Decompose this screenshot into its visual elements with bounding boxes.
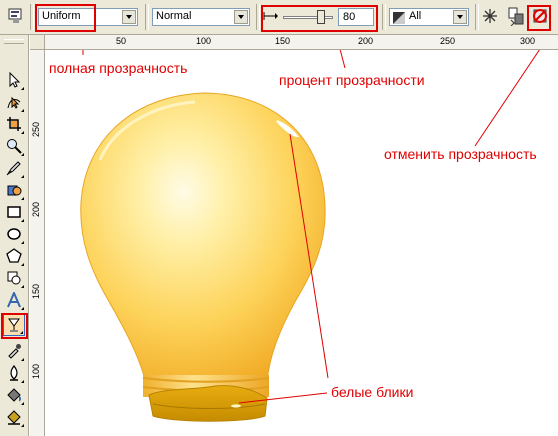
polygon-tool-icon[interactable] (3, 245, 25, 267)
crop-tool-icon[interactable] (3, 113, 25, 135)
ruler-label: 200 (358, 36, 374, 46)
toolbox-grip[interactable] (4, 39, 24, 44)
basic-shapes-tool-icon[interactable] (3, 267, 25, 289)
smart-fill-tool-icon[interactable] (3, 179, 25, 201)
ruler-origin[interactable] (30, 35, 45, 50)
outline-tool-icon[interactable] (3, 362, 25, 384)
ruler-label: 50 (116, 36, 127, 46)
freeze-icon[interactable] (480, 6, 500, 26)
ruler-label: 100 (31, 363, 41, 379)
separator (256, 4, 260, 30)
corel-draw-window: Uniform Normal 80 All 50 100 150 200 250… (0, 0, 558, 436)
ruler-label: 150 (275, 36, 291, 46)
rectangle-tool-icon[interactable] (3, 201, 25, 223)
property-bar: Uniform Normal 80 All (0, 0, 558, 35)
transparency-operation-dropdown[interactable]: Normal (152, 8, 250, 26)
transparency-target-value: All (409, 10, 422, 22)
target-icon (393, 11, 405, 24)
vertical-ruler[interactable]: 250 200 150 100 (30, 49, 45, 436)
annotation-transparency-percent: процент прозрачности (279, 72, 425, 88)
pick-tool-icon[interactable] (3, 69, 25, 91)
toolbox (0, 35, 29, 436)
ruler-label: 200 (31, 201, 41, 217)
light-bulb-drawing[interactable] (45, 50, 558, 436)
shape-tool-icon[interactable] (3, 91, 25, 113)
separator (145, 4, 149, 30)
ruler-label: 100 (196, 36, 212, 46)
highlight-box-percent (261, 5, 378, 32)
white-highlight-base (231, 404, 241, 408)
annotation-white-highlights: белые блики (331, 384, 414, 400)
separator (475, 4, 479, 30)
highlight-box-type (35, 4, 96, 32)
bulb-base (148, 385, 268, 422)
eyedropper-tool-icon[interactable] (3, 340, 25, 362)
separator (382, 4, 386, 30)
ruler-label: 150 (31, 283, 41, 299)
transparency-target-dropdown[interactable]: All (389, 8, 469, 26)
fill-tool-icon[interactable] (3, 384, 25, 406)
interactive-fill-tool-icon[interactable] (3, 406, 25, 428)
zoom-tool-icon[interactable] (3, 135, 25, 157)
separator (30, 4, 34, 30)
ellipse-tool-icon[interactable] (3, 223, 25, 245)
highlight-box-tool (1, 313, 28, 339)
chevron-down-icon[interactable] (234, 10, 248, 24)
copy-transparency-icon[interactable] (506, 6, 526, 27)
chevron-down-icon[interactable] (122, 10, 136, 24)
highlight-box-clear (527, 5, 551, 31)
chevron-down-icon[interactable] (453, 10, 467, 24)
freehand-tool-icon[interactable] (3, 157, 25, 179)
annotation-cancel-transparency: отменить прозрачность (384, 146, 537, 162)
transparency-properties-icon[interactable] (6, 6, 26, 26)
ruler-label: 250 (31, 121, 41, 137)
ruler-label: 250 (440, 36, 456, 46)
text-tool-icon[interactable] (3, 289, 25, 311)
transparency-operation-value: Normal (156, 10, 192, 22)
annotation-full-transparency: полная прозрачность (49, 60, 188, 76)
ruler-label: 300 (520, 36, 536, 46)
drawing-canvas[interactable] (45, 50, 558, 436)
horizontal-ruler[interactable]: 50 100 150 200 250 300 (30, 35, 558, 50)
